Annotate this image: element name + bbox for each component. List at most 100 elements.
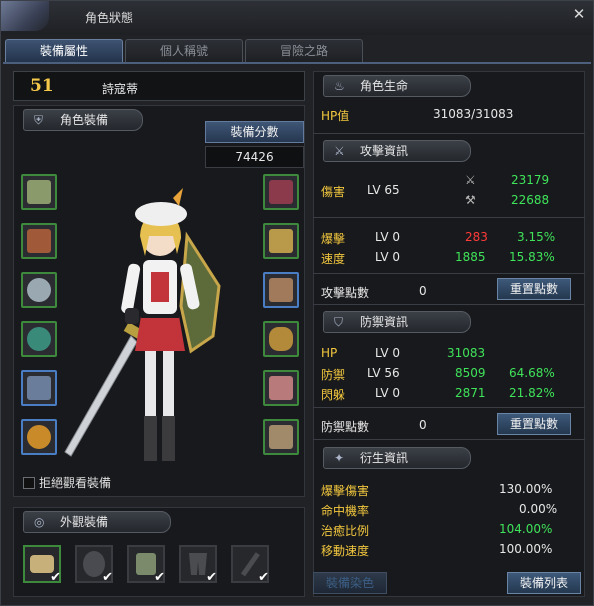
speed-value: 1885 xyxy=(455,250,486,264)
divider xyxy=(313,217,585,218)
speed-level: LV 0 xyxy=(375,250,401,264)
equipment-score-label: 裝備分數 xyxy=(205,121,304,143)
equip-slot-belt[interactable] xyxy=(21,223,57,259)
star-icon: ✦ xyxy=(334,451,345,465)
derived-header: ✦ 衍生資訊 xyxy=(323,447,471,469)
magic-attack-icon: ⚒ xyxy=(465,193,476,207)
equip-slot-top[interactable] xyxy=(263,223,299,259)
check-icon: ✔ xyxy=(258,570,269,585)
defense-label: 防禦 xyxy=(321,368,346,382)
armor-icon: ⛨ xyxy=(34,113,44,127)
equip-slot-hat[interactable] xyxy=(263,174,299,210)
hide-equipment-label: 拒絕觀看裝備 xyxy=(39,476,112,490)
divider xyxy=(313,439,585,440)
appearance-header-label: 外觀裝備 xyxy=(60,515,109,529)
life-header: ♨ 角色生命 xyxy=(323,75,471,97)
appearance-slot-4[interactable]: ✔ xyxy=(179,545,217,585)
heal-ratio-label: 治癒比例 xyxy=(321,524,370,538)
tab-adventure-road[interactable]: 冒險之路 xyxy=(245,39,363,63)
title-bar[interactable]: 角色狀態 ✕ xyxy=(1,1,593,35)
appearance-slot-2[interactable]: ✔ xyxy=(75,545,113,585)
equip-slot-waist[interactable] xyxy=(263,321,299,357)
reset-defense-points-button[interactable]: 重置點數 xyxy=(497,413,571,435)
damage-level: LV 65 xyxy=(367,183,400,197)
dodge-label: 閃躲 xyxy=(321,388,346,402)
belt-icon xyxy=(27,229,51,253)
gem-icon xyxy=(27,327,51,351)
armor-shoulder-icon xyxy=(27,180,51,204)
mask-header-icon: ◎ xyxy=(34,515,45,529)
crit-damage-value: 130.00% xyxy=(499,482,553,496)
attack-points-value: 0 xyxy=(419,284,427,298)
equip-slot-gloves[interactable] xyxy=(263,370,299,406)
check-icon: ✔ xyxy=(102,570,113,585)
divider xyxy=(313,407,585,408)
divider xyxy=(313,273,585,274)
defense-header: ⛉ 防禦資訊 xyxy=(323,311,471,333)
check-icon: ✔ xyxy=(50,570,61,585)
derived-header-label: 衍生資訊 xyxy=(360,451,409,465)
potion-icon: ♨ xyxy=(334,79,345,93)
equip-slot-necklace[interactable] xyxy=(21,370,57,406)
glove-icon xyxy=(269,376,293,400)
damage-label: 傷害 xyxy=(321,185,346,199)
defense-points-value: 0 xyxy=(419,418,427,432)
appearance-slot-5[interactable]: ✔ xyxy=(231,545,269,585)
tab-equipment-attributes[interactable]: 裝備屬性 xyxy=(5,39,123,63)
crit-value: 283 xyxy=(465,230,488,244)
equip-slot-shoulder[interactable] xyxy=(21,174,57,210)
top-armor-icon xyxy=(269,229,293,253)
pants-icon xyxy=(269,278,293,302)
divider xyxy=(313,133,585,134)
appearance-header: ◎ 外觀裝備 xyxy=(23,511,171,533)
hit-rate-label: 命中機率 xyxy=(321,504,370,518)
defense-percent: 64.68% xyxy=(509,366,555,380)
hit-rate-value: 0.00% xyxy=(519,502,558,516)
hide-equipment-checkbox[interactable] xyxy=(23,477,35,489)
character-level: 51 xyxy=(30,76,54,96)
dye-equipment-button[interactable]: 裝備染色 xyxy=(313,572,387,594)
check-icon: ✔ xyxy=(206,570,217,585)
defense-hp-level: LV 0 xyxy=(375,346,401,360)
equip-slot-ring[interactable] xyxy=(21,419,57,455)
crit-level: LV 0 xyxy=(375,230,401,244)
equipment-list-button[interactable]: 裝備列表 xyxy=(507,572,581,594)
attack-header-label: 攻擊資訊 xyxy=(360,144,409,158)
heal-ratio-value: 104.00% xyxy=(499,522,553,536)
sword-icon: ⚔ xyxy=(334,144,345,158)
attack-header: ⚔ 攻擊資訊 xyxy=(323,140,471,162)
check-icon: ✔ xyxy=(154,570,165,585)
dodge-percent: 21.82% xyxy=(509,386,555,400)
appearance-slot-3[interactable]: ✔ xyxy=(127,545,165,585)
equip-slot-boots[interactable] xyxy=(263,419,299,455)
speed-percent: 15.83% xyxy=(509,250,555,264)
eye-ring-icon xyxy=(27,278,51,302)
close-button[interactable]: ✕ xyxy=(569,5,589,23)
defense-header-label: 防禦資訊 xyxy=(360,315,409,329)
tab-underline xyxy=(3,62,591,64)
equip-slot-pants[interactable] xyxy=(263,272,299,308)
physical-damage-value: 23179 xyxy=(511,173,550,187)
shield-icon: ⛉ xyxy=(334,315,344,329)
hide-equipment-toggle[interactable]: 拒絕觀看裝備 xyxy=(23,474,111,491)
crit-percent: 3.15% xyxy=(517,230,556,244)
character-model xyxy=(64,188,221,461)
divider xyxy=(313,304,585,305)
appearance-slot-1[interactable]: ✔ xyxy=(23,545,61,585)
move-speed-label: 移動速度 xyxy=(321,544,370,558)
equipment-score-value: 74426 xyxy=(205,146,304,168)
hat-icon xyxy=(269,180,293,204)
equip-slot-earring[interactable] xyxy=(21,272,57,308)
dodge-level: LV 0 xyxy=(375,386,401,400)
equip-slot-gem[interactable] xyxy=(21,321,57,357)
reset-attack-points-button[interactable]: 重置點數 xyxy=(497,278,571,300)
boots-icon xyxy=(269,425,293,449)
equipment-header: ⛨ 角色裝備 xyxy=(23,109,143,131)
speed-label: 速度 xyxy=(321,252,346,266)
physical-attack-icon: ⚔ xyxy=(465,173,476,187)
magic-damage-value: 22688 xyxy=(511,193,550,207)
character-status-window: 角色狀態 ✕ 裝備屬性 個人稱號 冒險之路 51 詩寇蒂 ⛨ 角色裝備 裝備分數… xyxy=(0,0,594,606)
tab-personal-titles[interactable]: 個人稱號 xyxy=(125,39,243,63)
defense-points-label: 防禦點數 xyxy=(321,420,370,434)
crit-damage-label: 爆擊傷害 xyxy=(321,484,370,498)
